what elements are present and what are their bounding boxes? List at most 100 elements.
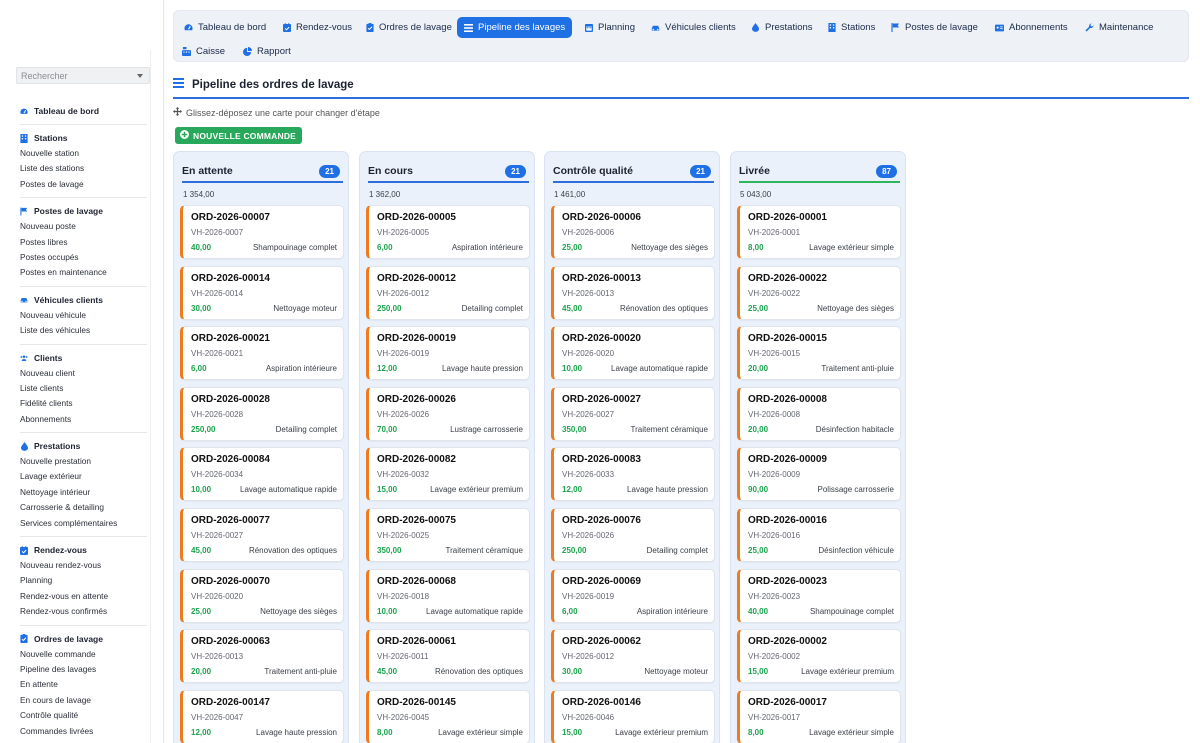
order-card[interactable]: ORD-2026-00069 VH-2026-0019 6,00 Aspiration… <box>551 568 715 623</box>
order-price: 12,00 <box>377 364 398 374</box>
vehicle-id: VH-2026-0020 <box>191 591 244 601</box>
order-card[interactable]: ORD-2026-00012 VH-2026-0012 250,00 Detailin… <box>366 265 530 320</box>
order-id: ORD-2026-00069 <box>562 575 641 587</box>
tab-prestations[interactable]: Prestations <box>744 17 820 38</box>
sidebar-link-rendez-vous-en-attente[interactable]: Rendez-vous en attente <box>20 589 147 604</box>
order-card[interactable]: ORD-2026-00070 VH-2026-0020 25,00 Nettoyage… <box>180 568 344 623</box>
tab-planning[interactable]: Planning <box>577 17 642 38</box>
sidebar-link-nouvelle-station[interactable]: Nouvelle station <box>20 146 147 161</box>
sidebar-item-prestations[interactable]: Prestations <box>20 438 147 454</box>
tab-caisse[interactable]: Caisse <box>175 41 232 62</box>
sidebar-link-postes-en-maintenance[interactable]: Postes en maintenance <box>20 265 147 280</box>
sidebar-link-lavage-exterieur[interactable]: Lavage extérieur <box>20 469 147 484</box>
order-card[interactable]: ORD-2026-00084 VH-2026-0034 10,00 Lavage au… <box>180 447 344 502</box>
drag-hint-text: Glissez-déposez une carte pour changer d… <box>186 107 380 118</box>
order-card[interactable]: ORD-2026-00001 VH-2026-0001 8,00 Lavage ext… <box>737 205 901 259</box>
sidebar-link-nouvelle-commande[interactable]: Nouvelle commande <box>20 647 147 662</box>
order-card[interactable]: ORD-2026-00028 VH-2026-0028 250,00 Detailin… <box>180 386 344 441</box>
order-card[interactable]: ORD-2026-00020 VH-2026-0020 10,00 Lavage au… <box>551 326 715 381</box>
column-title: En cours <box>368 165 413 177</box>
sidebar-link-nouvelle-prestation[interactable]: Nouvelle prestation <box>20 454 147 469</box>
sidebar-item-vehicules-clients[interactable]: Véhicules clients <box>20 292 147 308</box>
sidebar-link-postes-libres[interactable]: Postes libres <box>20 235 147 250</box>
sidebar-item-stations[interactable]: Stations <box>20 130 147 146</box>
sidebar-link-commandes-livrees[interactable]: Commandes livrées <box>20 724 147 739</box>
sidebar-link-nettoyage-interieur[interactable]: Nettoyage intérieur <box>20 485 147 500</box>
order-card[interactable]: ORD-2026-00008 VH-2026-0008 20,00 Désinfect… <box>737 386 901 441</box>
sidebar-link-en-cours-de-lavage[interactable]: En cours de lavage <box>20 693 147 708</box>
sidebar-link-liste-des-vehicules[interactable]: Liste des véhicules <box>20 323 147 338</box>
sidebar-item-rendez-vous[interactable]: Rendez-vous <box>20 542 147 558</box>
sidebar-item-ordres-de-lavage[interactable]: Ordres de lavage <box>20 631 147 647</box>
order-card[interactable]: ORD-2026-00007 VH-2026-0007 40,00 Shampouin… <box>180 205 344 259</box>
sidebar-link-rendez-vous-confirmes[interactable]: Rendez-vous confirmés <box>20 604 147 619</box>
vehicle-id: VH-2026-0011 <box>377 652 429 662</box>
order-card[interactable]: ORD-2026-00083 VH-2026-0033 12,00 Lavage ha… <box>551 447 715 502</box>
order-card[interactable]: ORD-2026-00082 VH-2026-0032 15,00 Lavage ex… <box>366 447 530 502</box>
order-card[interactable]: ORD-2026-00023 VH-2026-0023 40,00 Shampouin… <box>737 568 901 623</box>
car-icon <box>20 296 28 304</box>
sidebar-link-en-attente[interactable]: En attente <box>20 677 147 692</box>
sidebar-link-nouveau-vehicule[interactable]: Nouveau véhicule <box>20 308 147 323</box>
order-card[interactable]: ORD-2026-00076 VH-2026-0026 250,00 Detailin… <box>551 507 715 562</box>
order-card[interactable]: ORD-2026-00146 VH-2026-0046 15,00 Lavage ex… <box>551 689 715 743</box>
new-order-button[interactable]: NOUVELLE COMMANDE <box>175 127 303 144</box>
sidebar-link-services-complementaires[interactable]: Services complémentaires <box>20 516 147 531</box>
order-card[interactable]: ORD-2026-00075 VH-2026-0025 350,00 Traiteme… <box>366 507 530 562</box>
sidebar-link-controle-qualite[interactable]: Contrôle qualité <box>20 708 147 723</box>
sidebar-link-postes-de-lavage[interactable]: Postes de lavage <box>20 177 147 192</box>
sidebar-link-abonnements[interactable]: Abonnements <box>20 412 147 427</box>
order-card[interactable]: ORD-2026-00147 VH-2026-0047 12,00 Lavage ha… <box>180 689 344 743</box>
order-card[interactable]: ORD-2026-00061 VH-2026-0011 45,00 Rénovatio… <box>366 629 530 684</box>
sidebar-link-postes-occupes[interactable]: Postes occupés <box>20 250 147 265</box>
order-card[interactable]: ORD-2026-00019 VH-2026-0019 12,00 Lavage ha… <box>366 326 530 381</box>
tab-rendez-vous[interactable]: Rendez-vous <box>275 17 359 38</box>
order-card[interactable]: ORD-2026-00002 VH-2026-0002 15,00 Lavage ex… <box>737 629 901 684</box>
sidebar-link-liste-clients[interactable]: Liste clients <box>20 381 147 396</box>
sidebar-link-fidelite-clients[interactable]: Fidélité clients <box>20 396 147 411</box>
sidebar-link-nouveau-client[interactable]: Nouveau client <box>20 366 147 381</box>
order-card[interactable]: ORD-2026-00022 VH-2026-0022 25,00 Nettoyage… <box>737 265 901 320</box>
tab-postes-de-lavage[interactable]: Postes de lavage <box>884 17 985 38</box>
sidebar-link-nouveau-poste[interactable]: Nouveau poste <box>20 219 147 234</box>
column-total: 1 362,00 <box>369 190 401 199</box>
sidebar-link-pipeline-des-lavages[interactable]: Pipeline des lavages <box>20 662 147 677</box>
order-card[interactable]: ORD-2026-00145 VH-2026-0045 8,00 Lavage ext… <box>366 689 530 743</box>
order-card[interactable]: ORD-2026-00016 VH-2026-0016 25,00 Désinfect… <box>737 507 901 562</box>
sidebar-link-liste-des-stations[interactable]: Liste des stations <box>20 161 147 176</box>
tab-stations[interactable]: Stations <box>820 17 882 38</box>
sidebar-item-clients[interactable]: Clients <box>20 350 147 366</box>
order-card[interactable]: ORD-2026-00015 VH-2026-0015 20,00 Traitemen… <box>737 326 901 381</box>
order-card[interactable]: ORD-2026-00062 VH-2026-0012 30,00 Nettoyage… <box>551 629 715 684</box>
tab-vehicules-clients[interactable]: Véhicules clients <box>644 17 743 38</box>
tab-rapport[interactable]: Rapport <box>236 41 298 62</box>
order-card[interactable]: ORD-2026-00006 VH-2026-0006 25,00 Nettoyage… <box>551 205 715 259</box>
sidebar-item-tableau-de-bord[interactable]: Tableau de bord <box>20 103 147 119</box>
tab-maintenance[interactable]: Maintenance <box>1078 17 1160 38</box>
order-price: 25,00 <box>191 606 212 616</box>
order-card[interactable]: ORD-2026-00027 VH-2026-0027 350,00 Traiteme… <box>551 386 715 441</box>
sidebar-link-nouveau-rendez-vous[interactable]: Nouveau rendez-vous <box>20 558 147 573</box>
pie-chart-icon <box>243 47 252 56</box>
tab-ordres-de-lavage[interactable]: Ordres de lavage <box>358 17 459 38</box>
order-card[interactable]: ORD-2026-00063 VH-2026-0013 20,00 Traitemen… <box>180 629 344 684</box>
sidebar-link-carrosserie-detailing[interactable]: Carrosserie & detailing <box>20 500 147 515</box>
sidebar-search-select[interactable]: Rechercher <box>16 67 150 84</box>
tab-pipeline-des-lavages[interactable]: Pipeline des lavages <box>457 17 573 38</box>
order-card[interactable]: ORD-2026-00077 VH-2026-0027 45,00 Rénovatio… <box>180 507 344 562</box>
order-card[interactable]: ORD-2026-00017 VH-2026-0017 8,00 Lavage ext… <box>737 689 901 743</box>
sidebar-link-planning[interactable]: Planning <box>20 573 147 588</box>
order-card[interactable]: ORD-2026-00014 VH-2026-0014 30,00 Nettoyage… <box>180 265 344 320</box>
order-card[interactable]: ORD-2026-00005 VH-2026-0005 6,00 Aspiration… <box>366 205 530 259</box>
order-card[interactable]: ORD-2026-00013 VH-2026-0013 45,00 Rénovatio… <box>551 265 715 320</box>
order-card[interactable]: ORD-2026-00068 VH-2026-0018 10,00 Lavage au… <box>366 568 530 623</box>
sidebar-item-postes-de-lavage[interactable]: Postes de lavage <box>20 203 147 219</box>
column-count-badge: 87 <box>876 164 897 178</box>
tab-tableau-de-bord[interactable]: Tableau de bord <box>177 17 273 38</box>
order-id: ORD-2026-00061 <box>377 636 456 648</box>
order-card[interactable]: ORD-2026-00009 VH-2026-0009 90,00 Polissage… <box>737 447 901 502</box>
order-service: Traitement anti-pluie <box>264 667 337 677</box>
order-card[interactable]: ORD-2026-00026 VH-2026-0026 70,00 Lustrage … <box>366 386 530 441</box>
order-card[interactable]: ORD-2026-00021 VH-2026-0021 6,00 Aspiration… <box>180 326 344 381</box>
tab-abonnements[interactable]: Abonnements <box>988 17 1075 38</box>
